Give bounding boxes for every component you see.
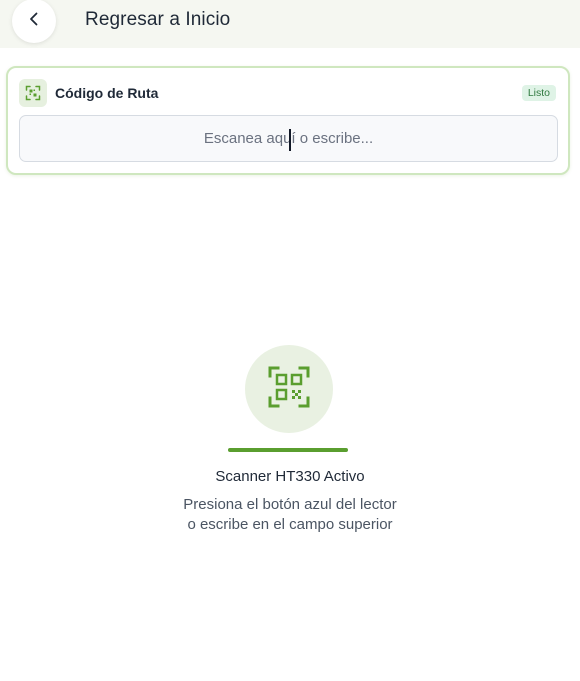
- scanner-active-indicator: [228, 448, 348, 452]
- text-caret: [289, 129, 291, 151]
- page: Regresar a Inicio Código de Ruta Listo E…: [0, 0, 580, 681]
- back-button[interactable]: [12, 0, 56, 43]
- qr-scan-icon: [19, 79, 47, 107]
- route-code-label: Código de Ruta: [55, 85, 159, 101]
- scanner-instruction-line-1: Presiona el botón azul del lector: [183, 496, 397, 513]
- scanner-status-title: Scanner HT330 Activo: [215, 468, 365, 485]
- header-bar: Regresar a Inicio: [0, 0, 580, 48]
- header-title[interactable]: Regresar a Inicio: [85, 9, 230, 31]
- status-badge: Listo: [521, 85, 556, 101]
- qr-code-icon: [268, 366, 310, 413]
- scanner-icon-circle: [245, 345, 333, 433]
- route-code-card: Código de Ruta Listo: [6, 66, 570, 175]
- scanner-instruction-line-2: o escribe en el campo superior: [187, 516, 393, 533]
- chevron-left-icon: [25, 10, 43, 33]
